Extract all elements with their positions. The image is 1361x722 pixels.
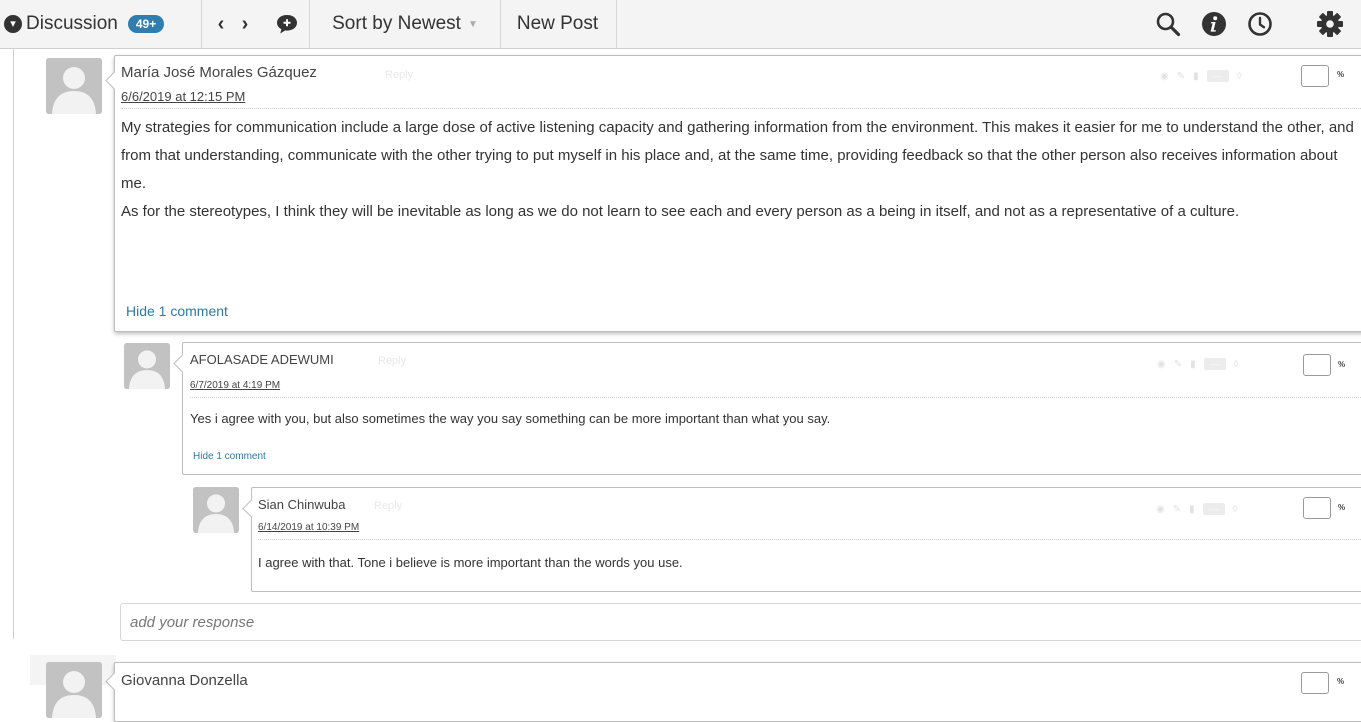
percent-input[interactable] <box>1303 497 1331 519</box>
reply-card: AFOLASADE ADEWUMI Reply 6/7/2019 at 4:19… <box>173 342 1361 475</box>
edit-icon[interactable]: ✎ <box>1173 504 1181 515</box>
avatar <box>124 343 170 389</box>
rating-segment[interactable]: –– <box>1206 70 1229 82</box>
rating-value-icon: ◊ <box>1236 70 1242 82</box>
author-name[interactable]: María José Morales Gázquez <box>121 64 317 81</box>
post-count-badge: 49+ <box>127 15 165 33</box>
post-card: Giovanna Donzella % <box>105 662 1361 722</box>
view-icon[interactable]: ◉ <box>1160 71 1169 82</box>
search-icon[interactable] <box>1146 0 1190 48</box>
post-card: María José Morales Gázquez Reply 6/6/201… <box>105 55 1361 332</box>
hide-comments-link[interactable]: Hide 1 comment <box>193 451 266 462</box>
author-name[interactable]: Sian Chinwuba <box>258 497 345 512</box>
delete-icon[interactable]: ▮ <box>1190 359 1196 370</box>
avatar <box>193 487 239 533</box>
clock-icon[interactable] <box>1238 0 1282 48</box>
percent-sign: % <box>1338 360 1346 369</box>
post-paragraph: My strategies for communication include … <box>121 119 1354 192</box>
reply-tag: Reply <box>385 69 414 81</box>
rating-value-icon: ◊ <box>1232 503 1238 515</box>
caret-down-icon: ▼ <box>467 18 478 30</box>
thread-line <box>13 49 14 639</box>
add-response-input[interactable]: add your response <box>120 603 1361 641</box>
separator <box>258 539 1361 540</box>
hide-comments-link[interactable]: Hide 1 comment <box>126 303 228 319</box>
edit-icon[interactable]: ✎ <box>1177 71 1185 82</box>
sort-label: Sort by Newest <box>332 13 461 34</box>
rating-value-icon: ◊ <box>1233 358 1239 370</box>
delete-icon[interactable]: ▮ <box>1193 71 1199 82</box>
percent-sign: % <box>1337 70 1345 79</box>
post-tools: ◉ ✎ ▮ –– ◊ <box>1156 503 1238 515</box>
percent-input[interactable] <box>1301 672 1329 694</box>
separator <box>190 397 1361 398</box>
sort-dropdown[interactable]: Sort by Newest ▼ <box>309 0 501 48</box>
gear-icon[interactable] <box>1308 0 1352 48</box>
post-date[interactable]: 6/6/2019 at 12:15 PM <box>121 89 245 104</box>
post-date[interactable]: 6/7/2019 at 4:19 PM <box>190 380 280 391</box>
reply-card: Sian Chinwuba Reply 6/14/2019 at 10:39 P… <box>242 487 1361 592</box>
avatar <box>46 662 102 718</box>
discussion-menu-button[interactable]: ▾ Discussion 49+ <box>0 0 202 48</box>
discussion-toolbar: ▾ Discussion 49+ ‹ › Sort by Newest ▼ Ne… <box>0 0 1361 49</box>
reply-tag: Reply <box>374 500 403 512</box>
new-post-button[interactable]: New Post <box>499 0 617 48</box>
reply-tag: Reply <box>378 355 407 367</box>
post-tools: ◉ ✎ ▮ –– ◊ <box>1160 70 1242 82</box>
percent-sign: % <box>1338 503 1346 512</box>
edit-icon[interactable]: ✎ <box>1174 359 1182 370</box>
post-paragraph: As for the stereotypes, I think they wil… <box>121 203 1240 220</box>
author-name[interactable]: AFOLASADE ADEWUMI <box>190 352 334 367</box>
post-tools: ◉ ✎ ▮ –– ◊ <box>1157 358 1239 370</box>
separator <box>121 108 1361 109</box>
prev-arrow-icon[interactable]: ‹ <box>212 0 230 48</box>
chat-bubble-icon[interactable] <box>266 0 308 48</box>
info-icon[interactable] <box>1192 0 1236 48</box>
view-icon[interactable]: ◉ <box>1157 359 1166 370</box>
rating-segment[interactable]: –– <box>1203 358 1226 370</box>
rating-segment[interactable]: –– <box>1202 503 1225 515</box>
post-body: I agree with that. Tone i believe is mor… <box>258 555 683 570</box>
percent-input[interactable] <box>1303 354 1331 376</box>
post-body: My strategies for communication include … <box>121 114 1359 226</box>
post-date[interactable]: 6/14/2019 at 10:39 PM <box>258 522 359 533</box>
chevron-down-icon: ▾ <box>4 15 22 33</box>
discussion-label: Discussion <box>26 13 118 34</box>
post-body: Yes i agree with you, but also sometimes… <box>190 411 831 426</box>
next-arrow-icon[interactable]: › <box>236 0 254 48</box>
view-icon[interactable]: ◉ <box>1156 504 1165 515</box>
percent-sign: % <box>1337 677 1345 686</box>
delete-icon[interactable]: ▮ <box>1189 504 1195 515</box>
avatar <box>46 58 102 114</box>
percent-input[interactable] <box>1301 65 1329 87</box>
